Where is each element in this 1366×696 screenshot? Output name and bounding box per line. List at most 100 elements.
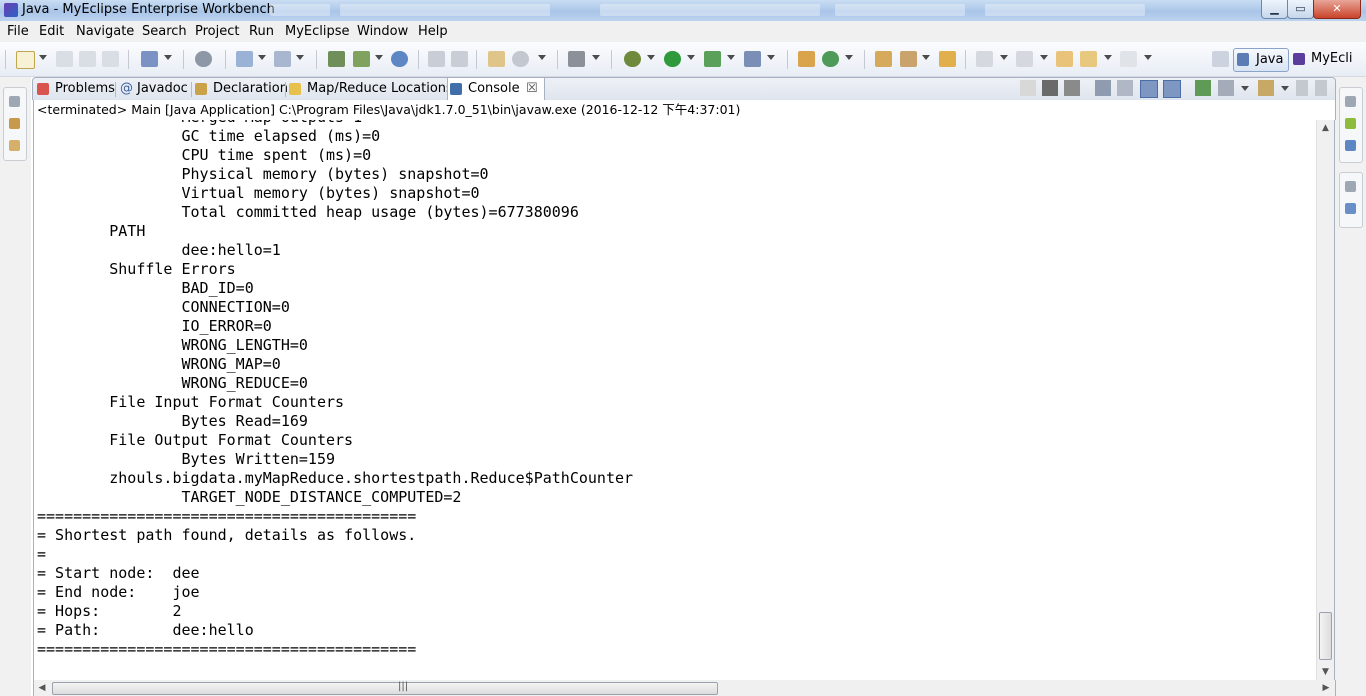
clear-console-icon[interactable]: [1095, 80, 1111, 96]
sync-icon[interactable]: [428, 51, 445, 67]
new-java-project-icon[interactable]: [798, 51, 815, 67]
restore-icon[interactable]: [1345, 181, 1356, 192]
palette-icon[interactable]: [1345, 118, 1356, 129]
menu-myeclipse[interactable]: MyEclipse: [285, 24, 350, 39]
coverage-dropdown-icon[interactable]: [767, 55, 775, 60]
tab-declaration[interactable]: Declaration: [193, 78, 288, 100]
save-icon[interactable]: [56, 51, 73, 67]
scroll-up-icon[interactable]: ▲: [1317, 120, 1334, 136]
debug-icon[interactable]: [624, 51, 641, 67]
coverage-icon[interactable]: [744, 51, 761, 67]
deploy-dropdown-icon[interactable]: [258, 55, 266, 60]
outline-icon[interactable]: [1345, 140, 1356, 151]
save-all-icon[interactable]: [79, 51, 96, 67]
tab-console[interactable]: Console ☒: [447, 78, 545, 100]
open-console-icon[interactable]: [1258, 80, 1274, 96]
console-output[interactable]: Merged Map outputs=1 GC time elapsed (ms…: [33, 120, 1317, 680]
close-tab-icon[interactable]: ☒: [526, 78, 538, 100]
debug-server-dropdown-icon[interactable]: [296, 55, 304, 60]
vertical-scrollbar[interactable]: ▲ ▼: [1316, 120, 1335, 680]
close-button[interactable]: ✕: [1313, 0, 1361, 19]
remove-all-terminated-icon[interactable]: [1064, 80, 1080, 96]
remove-launch-icon[interactable]: [1042, 80, 1058, 96]
task-list-icon[interactable]: [1345, 203, 1356, 214]
external-tools-dropdown-icon[interactable]: [727, 55, 735, 60]
debug-server-icon[interactable]: [274, 51, 291, 67]
menu-edit[interactable]: Edit: [39, 24, 64, 39]
show-on-stderr-icon[interactable]: [1163, 80, 1181, 98]
maximize-view-icon[interactable]: [1315, 80, 1327, 96]
tab-map-reduce-locations[interactable]: Map/Reduce Locations: [287, 78, 453, 100]
menu-project[interactable]: Project: [195, 24, 239, 39]
new-server-icon[interactable]: [328, 51, 345, 67]
tab-problems[interactable]: Problems: [35, 78, 115, 100]
menu-help[interactable]: Help: [418, 24, 448, 39]
new-class-dropdown-icon[interactable]: [845, 55, 853, 60]
browser-icon[interactable]: [391, 51, 408, 67]
next-annotation-icon[interactable]: [976, 51, 993, 67]
tab-javadoc[interactable]: @ Javadoc: [117, 78, 191, 100]
package-explorer-icon[interactable]: [9, 118, 20, 129]
new-icon[interactable]: [16, 51, 35, 69]
horizontal-scroll-thumb[interactable]: |||: [52, 681, 718, 695]
minimize-view-icon[interactable]: [1296, 80, 1308, 96]
display-console-dropdown-icon[interactable]: [1241, 86, 1249, 91]
deploy-icon[interactable]: [236, 51, 253, 67]
scroll-lock-icon[interactable]: [1117, 80, 1133, 96]
debug-dropdown-icon[interactable]: [647, 55, 655, 60]
external-tools-icon[interactable]: [704, 51, 721, 67]
open-folder-icon[interactable]: [875, 51, 892, 67]
run-server-icon[interactable]: [353, 51, 370, 67]
print-icon[interactable]: [102, 51, 119, 67]
previous-annotation-icon[interactable]: [1016, 51, 1033, 67]
maximize-button[interactable]: ▭: [1287, 0, 1314, 19]
minimize-button[interactable]: ▁: [1261, 0, 1288, 19]
pin-console-icon[interactable]: [1195, 80, 1211, 96]
show-on-stdout-icon[interactable]: [1140, 80, 1158, 98]
camera-dropdown-icon[interactable]: [592, 55, 600, 60]
menu-search[interactable]: Search: [142, 24, 187, 39]
package-icon[interactable]: [488, 51, 505, 67]
hierarchy-icon[interactable]: [9, 140, 20, 151]
run-server-dropdown-icon[interactable]: [375, 55, 383, 60]
perspective-myeclipse[interactable]: MyEcli: [1291, 48, 1353, 70]
open-type-dropdown-icon[interactable]: [164, 55, 172, 60]
web-dropdown-icon[interactable]: [538, 55, 546, 60]
menu-window[interactable]: Window: [357, 24, 408, 39]
run-dropdown-icon[interactable]: [687, 55, 695, 60]
search-tool-icon[interactable]: [900, 51, 917, 67]
restore-icon[interactable]: [9, 96, 20, 107]
scroll-left-icon[interactable]: ◀: [34, 680, 50, 696]
scroll-right-icon[interactable]: ▶: [1318, 680, 1334, 696]
perspective-java[interactable]: Java: [1233, 48, 1289, 72]
run-icon[interactable]: [664, 51, 681, 67]
annotation-icon[interactable]: [939, 51, 956, 67]
back-dropdown-icon[interactable]: [1104, 55, 1112, 60]
back-icon[interactable]: [1080, 51, 1097, 67]
forward-dropdown-icon[interactable]: [1144, 55, 1152, 60]
menu-navigate[interactable]: Navigate: [76, 24, 134, 39]
last-edit-location-icon[interactable]: [1056, 51, 1073, 67]
vertical-scroll-thumb[interactable]: [1319, 612, 1332, 660]
search-tool-dropdown-icon[interactable]: [922, 55, 930, 60]
web-icon[interactable]: [512, 51, 529, 67]
horizontal-scrollbar[interactable]: ◀ ||| ▶: [33, 680, 1336, 696]
menu-file[interactable]: File: [7, 24, 29, 39]
open-type-icon[interactable]: [141, 51, 158, 67]
server-icon[interactable]: [195, 51, 212, 67]
open-perspective-icon[interactable]: [1212, 51, 1229, 67]
restore-icon[interactable]: [1345, 96, 1356, 107]
scroll-down-icon[interactable]: ▼: [1317, 664, 1334, 680]
display-console-icon[interactable]: [1218, 80, 1234, 96]
camera-icon[interactable]: [568, 51, 585, 67]
open-console-dropdown-icon[interactable]: [1281, 86, 1289, 91]
previous-annotation-dropdown-icon[interactable]: [1040, 55, 1048, 60]
new-class-icon[interactable]: [822, 51, 839, 67]
forward-icon[interactable]: [1120, 51, 1137, 67]
new-dropdown-icon[interactable]: [39, 55, 47, 60]
menu-run[interactable]: Run: [249, 24, 274, 39]
next-annotation-dropdown-icon[interactable]: [1000, 55, 1008, 60]
terminate-icon[interactable]: [1020, 80, 1036, 96]
console-line: PATH: [37, 222, 146, 240]
export-icon[interactable]: [451, 51, 468, 67]
